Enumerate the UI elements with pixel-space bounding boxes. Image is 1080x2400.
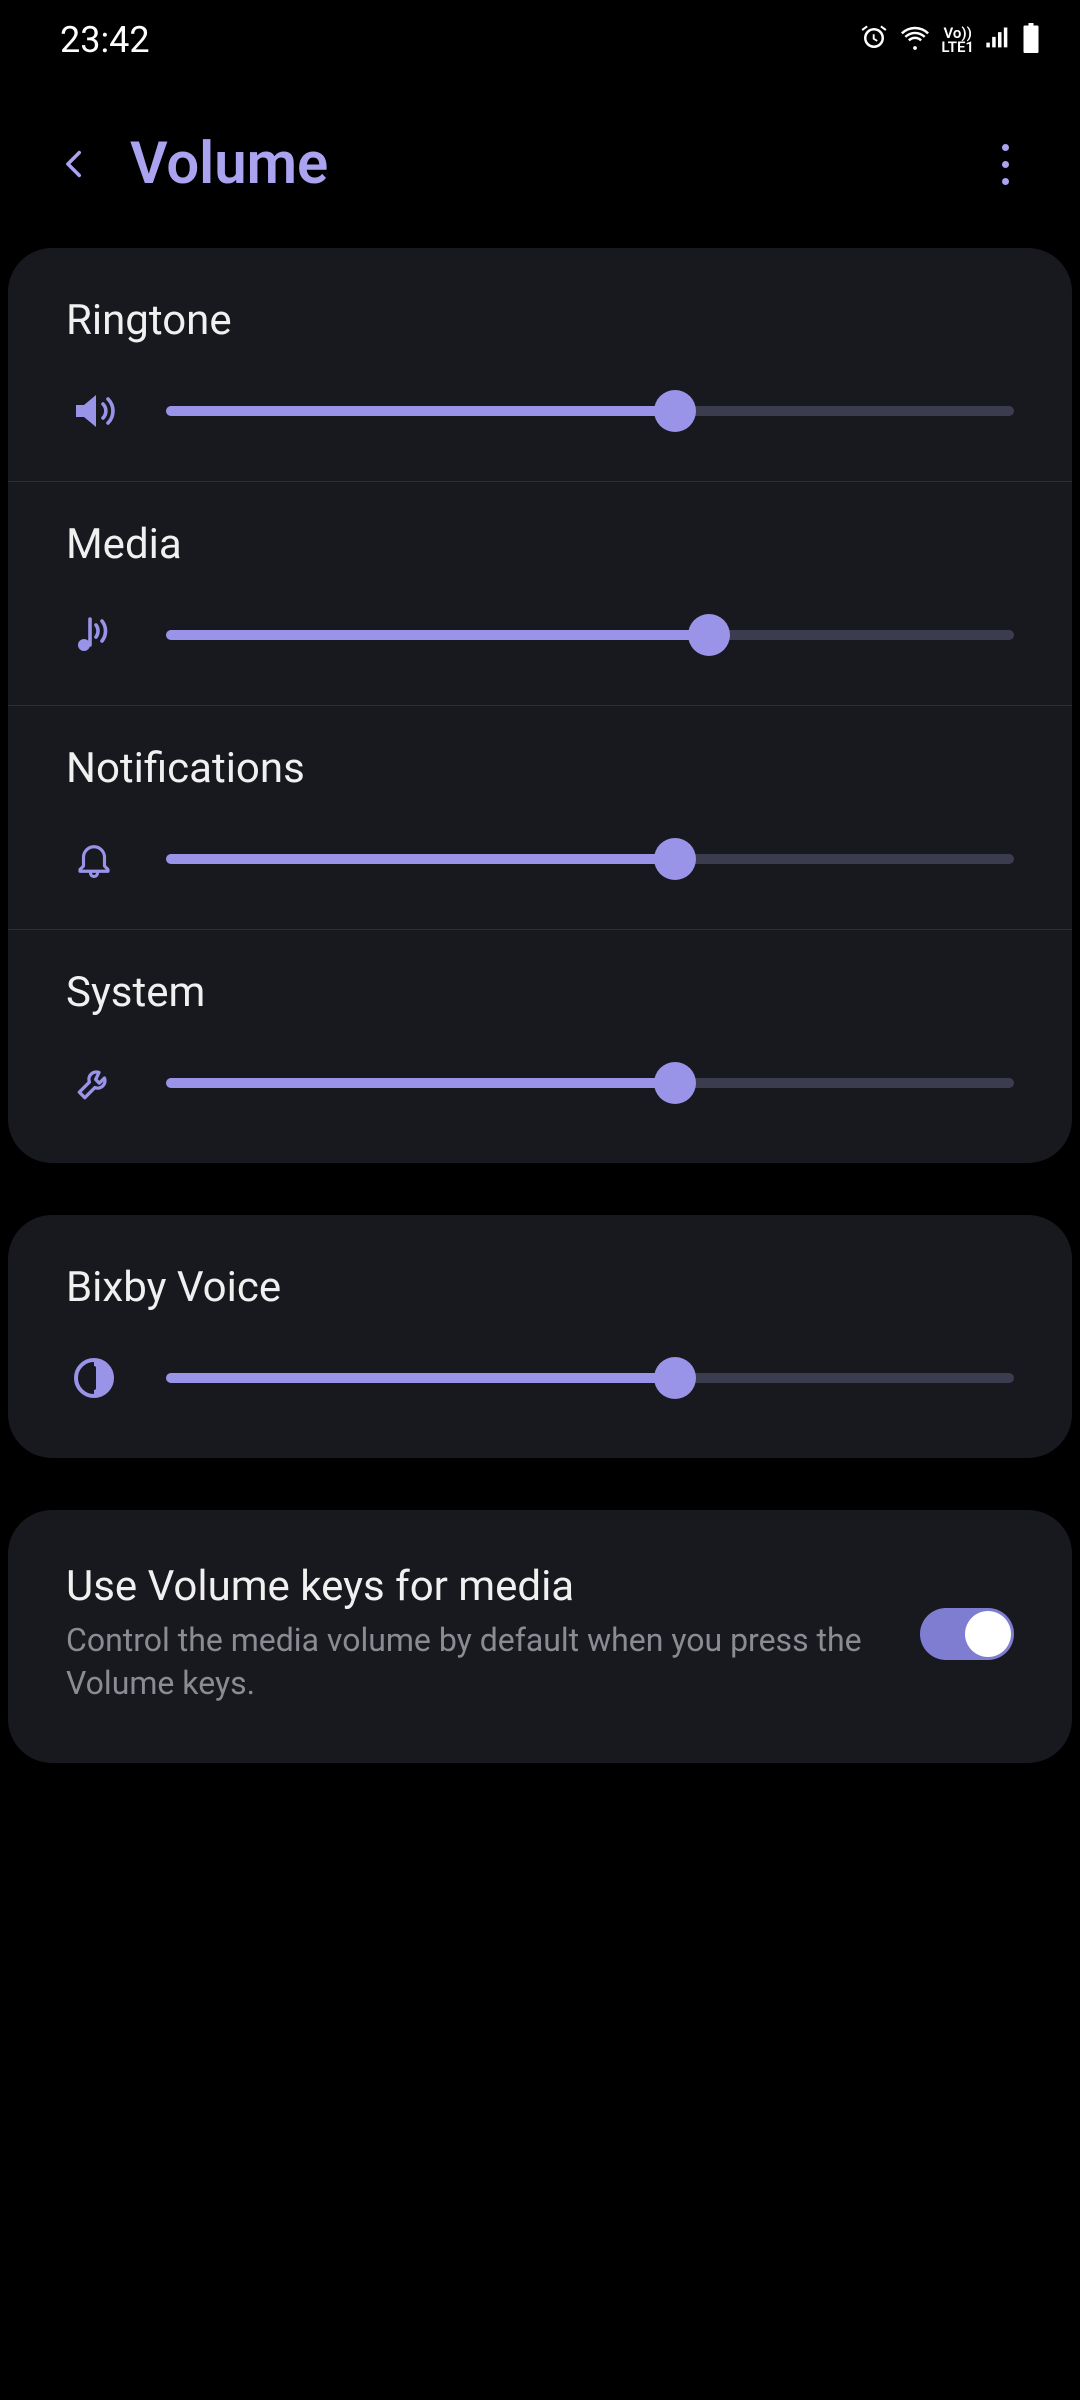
notifications-section: Notifications: [8, 705, 1072, 929]
alarm-icon: [859, 23, 889, 57]
status-indicators: Vo)) LTE1: [859, 23, 1040, 57]
volume-keys-toggle[interactable]: [920, 1608, 1014, 1660]
media-section: Media: [8, 481, 1072, 705]
page-header: Volume: [0, 80, 1080, 248]
volume-keys-card: Use Volume keys for media Control the me…: [8, 1510, 1072, 1763]
volume-keys-toggle-row[interactable]: Use Volume keys for media Control the me…: [8, 1520, 1072, 1753]
volume-keys-title: Use Volume keys for media: [66, 1562, 890, 1611]
back-button[interactable]: [50, 139, 100, 189]
bixby-icon: [66, 1350, 122, 1406]
bixby-card: Bixby Voice: [8, 1215, 1072, 1458]
ringtone-section: Ringtone: [8, 258, 1072, 481]
media-slider[interactable]: [166, 611, 1014, 659]
media-label: Media: [66, 520, 1014, 569]
bixby-section: Bixby Voice: [8, 1225, 1072, 1448]
notifications-slider[interactable]: [166, 835, 1014, 883]
bixby-slider[interactable]: [166, 1354, 1014, 1402]
bixby-label: Bixby Voice: [66, 1263, 1014, 1312]
toggle-knob: [965, 1611, 1011, 1657]
more-options-button[interactable]: [985, 134, 1025, 194]
music-icon: [66, 607, 122, 663]
ringtone-slider[interactable]: [166, 387, 1014, 435]
status-bar: 23:42 Vo)) LTE1: [0, 0, 1080, 80]
notifications-label: Notifications: [66, 744, 1014, 793]
wifi-icon: [899, 23, 931, 57]
bell-icon: [66, 831, 122, 887]
signal-icon: [984, 23, 1012, 57]
battery-icon: [1022, 23, 1040, 57]
volume-sliders-card: Ringtone Media Notifications: [8, 248, 1072, 1163]
page-title: Volume: [130, 130, 328, 198]
speaker-icon: [66, 383, 122, 439]
system-section: System: [8, 929, 1072, 1153]
status-time: 23:42: [60, 19, 150, 61]
ringtone-label: Ringtone: [66, 296, 1014, 345]
wrench-icon: [66, 1055, 122, 1111]
volume-keys-description: Control the media volume by default when…: [66, 1619, 890, 1705]
network-type-label: Vo)) LTE1: [941, 26, 974, 54]
system-slider[interactable]: [166, 1059, 1014, 1107]
system-label: System: [66, 968, 1014, 1017]
